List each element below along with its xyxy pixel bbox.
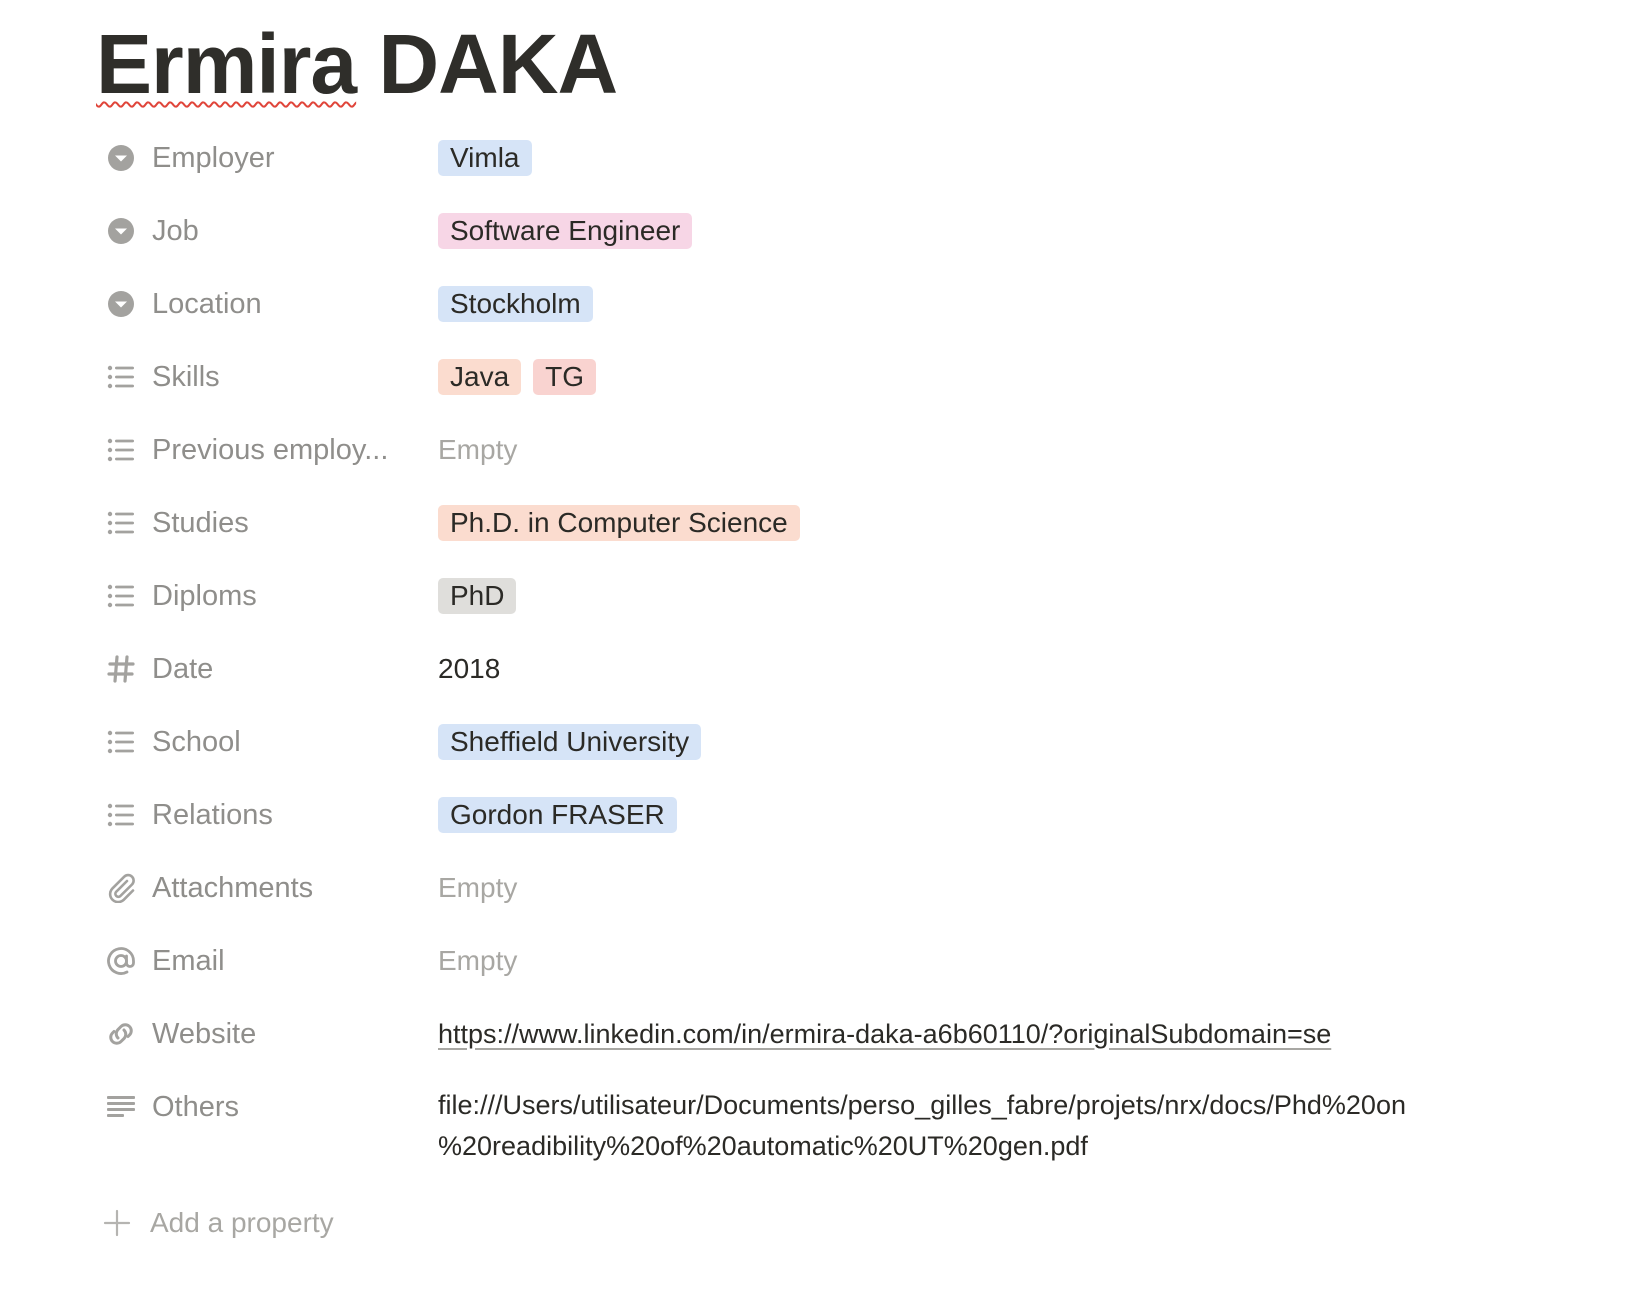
plus-icon bbox=[100, 1208, 134, 1238]
others-text-line: file:///Users/utilisateur/Documents/pers… bbox=[438, 1090, 1406, 1120]
text-lines-icon bbox=[104, 1090, 138, 1124]
property-label: Previous employ... bbox=[152, 433, 389, 466]
at-sign-icon bbox=[104, 944, 138, 978]
property-value-cell[interactable]: file:///Users/utilisateur/Documents/pers… bbox=[438, 1077, 1536, 1167]
property-row: Skills Java TG bbox=[96, 347, 1536, 407]
property-name-button[interactable]: Attachments bbox=[96, 858, 416, 918]
property-row: Relations Gordon FRASER bbox=[96, 785, 1536, 845]
property-row: Email Empty bbox=[96, 931, 1536, 991]
paperclip-icon bbox=[104, 871, 138, 905]
property-name-button[interactable]: Studies bbox=[96, 493, 416, 553]
tag: TG bbox=[533, 359, 597, 395]
property-value-cell[interactable]: Empty bbox=[438, 420, 1536, 480]
link-icon bbox=[104, 1017, 138, 1051]
property-value-cell[interactable]: Software Engineer bbox=[438, 201, 1536, 261]
property-row: Previous employ... Empty bbox=[96, 420, 1536, 480]
property-label: Relations bbox=[152, 798, 273, 831]
tag: Sheffield University bbox=[438, 724, 702, 760]
property-value-cell[interactable]: Stockholm bbox=[438, 274, 1536, 334]
property-row: Others file:///Users/utilisateur/Document… bbox=[96, 1077, 1536, 1161]
property-name-button[interactable]: Website bbox=[96, 1004, 416, 1064]
property-name-button[interactable]: Employer bbox=[96, 128, 416, 188]
empty-placeholder: Empty bbox=[438, 872, 518, 903]
property-value-cell[interactable]: Empty bbox=[438, 931, 1536, 991]
property-value-cell[interactable]: https://www.linkedin.com/in/ermira-daka-… bbox=[438, 1004, 1536, 1064]
property-label: Date bbox=[152, 652, 214, 685]
page-title-last-name: DAKA bbox=[378, 17, 619, 111]
property-name-button[interactable]: Skills bbox=[96, 347, 416, 407]
property-label: Skills bbox=[152, 360, 220, 393]
property-name-button[interactable]: Date bbox=[96, 639, 416, 699]
multi-select-icon bbox=[104, 433, 138, 467]
property-row: Job Software Engineer bbox=[96, 201, 1536, 261]
multi-select-icon bbox=[104, 360, 138, 394]
property-label: Attachments bbox=[152, 871, 314, 904]
property-name-button[interactable]: School bbox=[96, 712, 416, 772]
property-label: Others bbox=[152, 1090, 240, 1123]
property-label: Diploms bbox=[152, 579, 257, 612]
property-label: Job bbox=[152, 214, 199, 247]
property-row: Studies Ph.D. in Computer Science bbox=[96, 493, 1536, 553]
property-value-cell[interactable]: PhD bbox=[438, 566, 1536, 626]
property-name-button[interactable]: Job bbox=[96, 201, 416, 261]
select-icon bbox=[104, 287, 138, 321]
property-label: Email bbox=[152, 944, 225, 977]
multi-select-icon bbox=[104, 579, 138, 613]
add-property-button[interactable]: Add a property bbox=[96, 1198, 334, 1248]
property-row: Diploms PhD bbox=[96, 566, 1536, 626]
property-value-cell[interactable]: 2018 bbox=[438, 639, 1536, 699]
property-value-cell[interactable]: Java TG bbox=[438, 347, 1536, 407]
property-name-button[interactable]: Relations bbox=[96, 785, 416, 845]
number-icon bbox=[104, 652, 138, 686]
property-label: Location bbox=[152, 287, 262, 320]
tag: Stockholm bbox=[438, 286, 593, 322]
property-label: Website bbox=[152, 1017, 257, 1050]
property-row: Attachments Empty bbox=[96, 858, 1536, 918]
property-value-cell[interactable]: Vimla bbox=[438, 128, 1536, 188]
website-link[interactable]: https://www.linkedin.com/in/ermira-daka-… bbox=[438, 1019, 1331, 1050]
property-row: Website https://www.linkedin.com/in/ermir… bbox=[96, 1004, 1536, 1064]
page-title-first-name: Ermira bbox=[96, 17, 357, 111]
multi-select-icon bbox=[104, 506, 138, 540]
others-text-line: %20readibility%20of%20automatic%20UT%20g… bbox=[438, 1131, 1088, 1161]
tag: Java bbox=[438, 359, 522, 395]
property-row: School Sheffield University bbox=[96, 712, 1536, 772]
property-row: Employer Vimla bbox=[96, 128, 1536, 188]
tag: Vimla bbox=[438, 140, 532, 176]
property-label: School bbox=[152, 725, 241, 758]
tag: PhD bbox=[438, 578, 517, 614]
tag: Gordon FRASER bbox=[438, 797, 677, 833]
number-value: 2018 bbox=[438, 653, 501, 684]
property-name-button[interactable]: Diploms bbox=[96, 566, 416, 626]
page-title[interactable]: Ermira DAKA bbox=[96, 14, 619, 114]
property-label: Employer bbox=[152, 141, 275, 174]
property-row: Location Stockholm bbox=[96, 274, 1536, 334]
property-name-button[interactable]: Previous employ... bbox=[96, 420, 416, 480]
property-value-cell[interactable]: Sheffield University bbox=[438, 712, 1536, 772]
empty-placeholder: Empty bbox=[438, 945, 518, 976]
property-label: Studies bbox=[152, 506, 249, 539]
tag: Software Engineer bbox=[438, 213, 693, 249]
property-name-button[interactable]: Email bbox=[96, 931, 416, 991]
property-value-cell[interactable]: Gordon FRASER bbox=[438, 785, 1536, 845]
empty-placeholder: Empty bbox=[438, 434, 518, 465]
property-name-button[interactable]: Location bbox=[96, 274, 416, 334]
add-property-label: Add a property bbox=[150, 1207, 334, 1238]
property-value-cell[interactable]: Empty bbox=[438, 858, 1536, 918]
property-row: Date 2018 bbox=[96, 639, 1536, 699]
multi-select-icon bbox=[104, 725, 138, 759]
select-icon bbox=[104, 141, 138, 175]
property-name-button[interactable]: Others bbox=[96, 1077, 416, 1137]
property-value-cell[interactable]: Ph.D. in Computer Science bbox=[438, 493, 1536, 553]
select-icon bbox=[104, 214, 138, 248]
others-text: file:///Users/utilisateur/Documents/pers… bbox=[438, 1077, 1468, 1167]
multi-select-icon bbox=[104, 798, 138, 832]
tag: Ph.D. in Computer Science bbox=[438, 505, 800, 541]
